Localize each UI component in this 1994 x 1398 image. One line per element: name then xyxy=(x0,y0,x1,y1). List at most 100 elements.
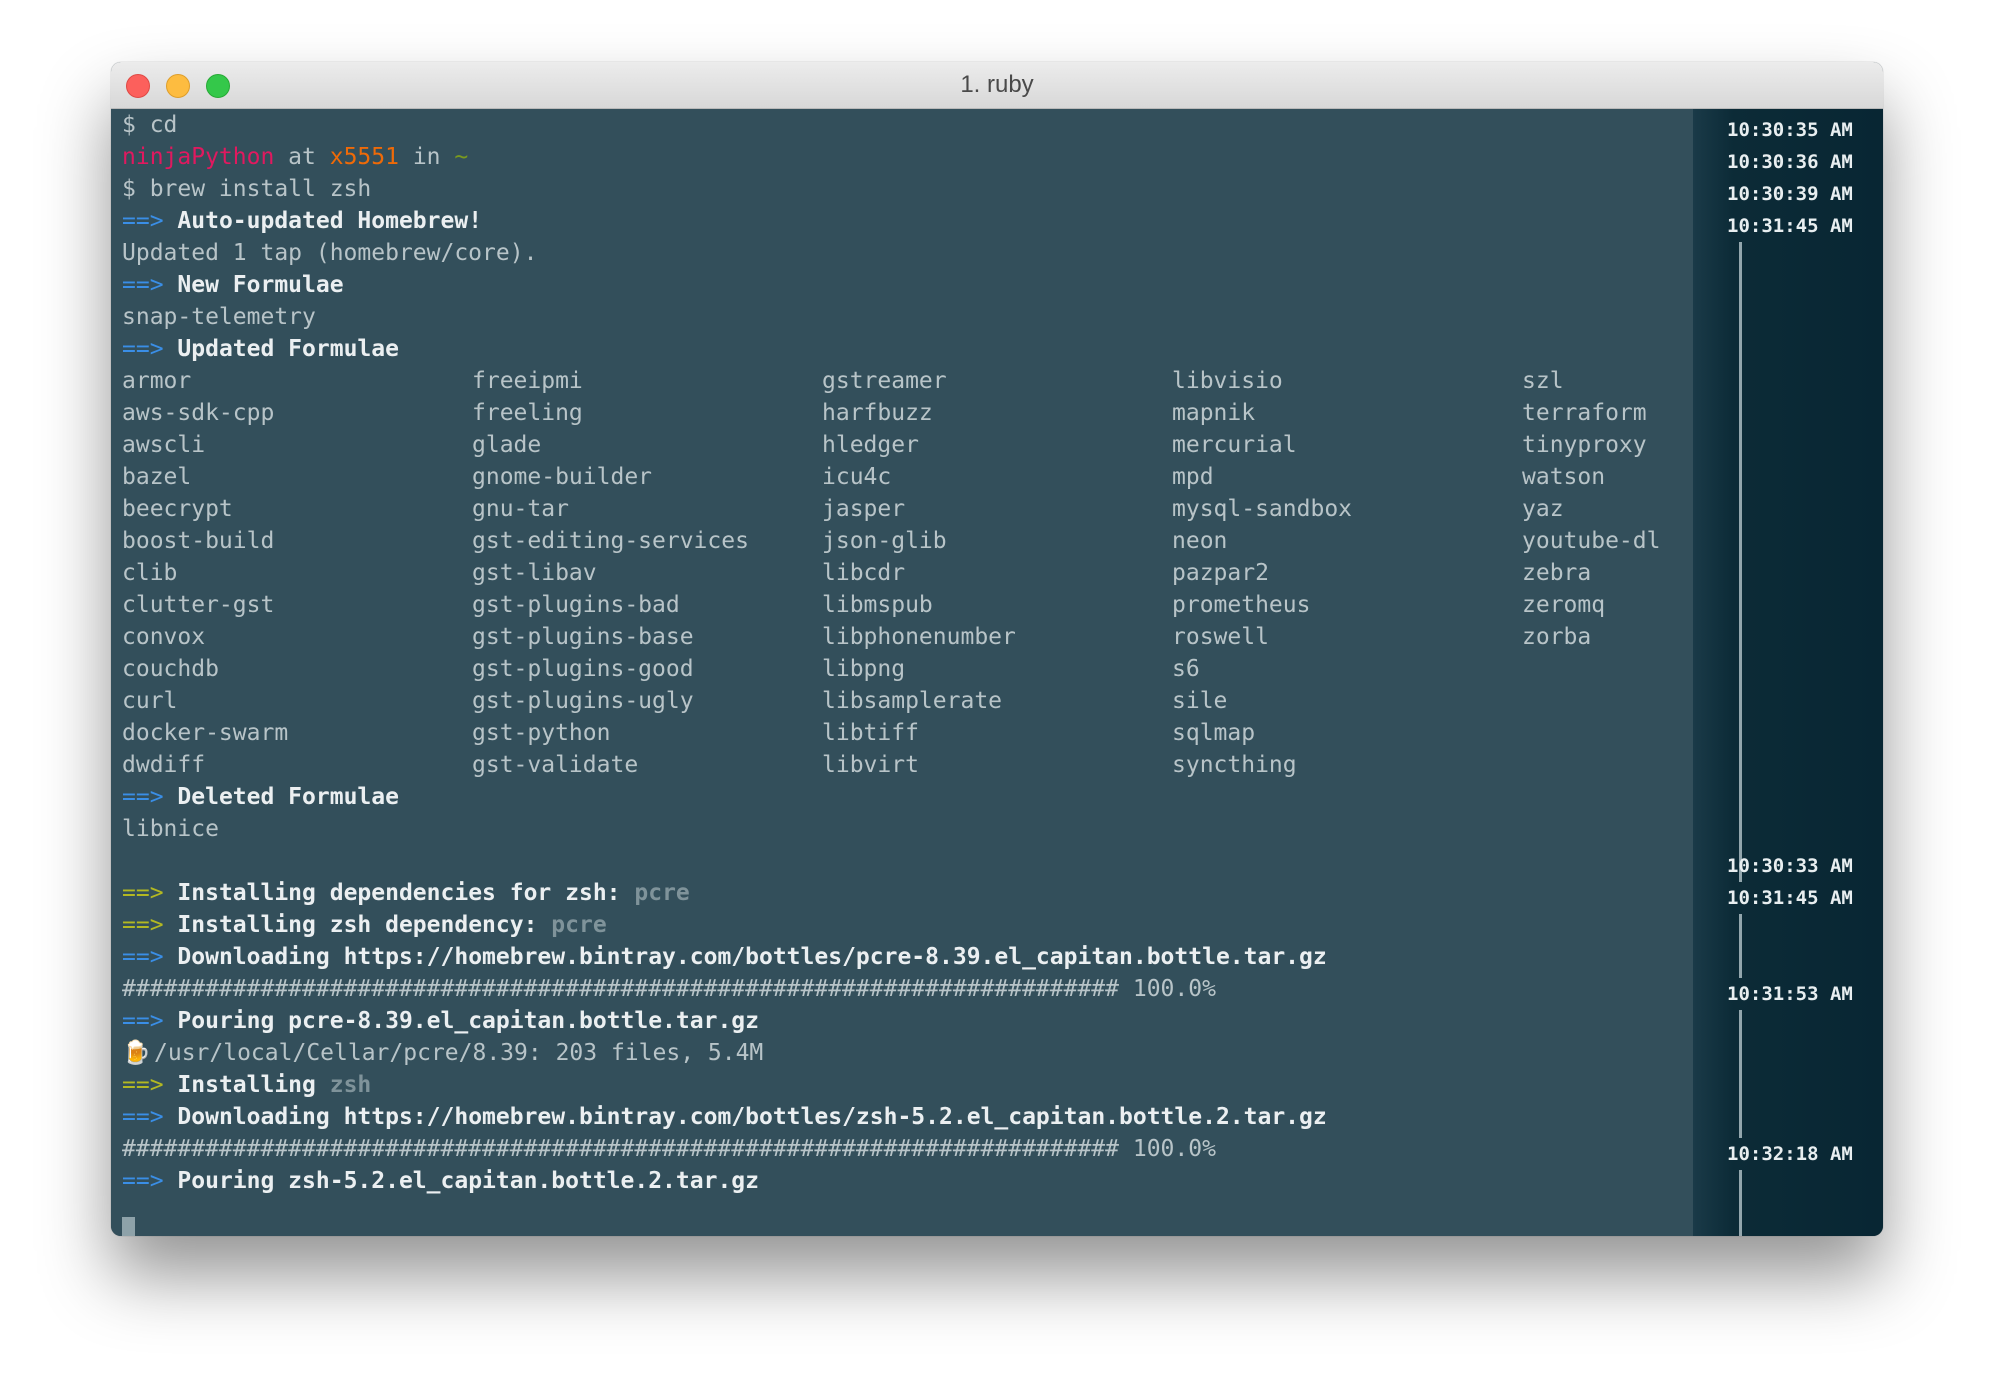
formula-item: prometheus xyxy=(1172,592,1311,618)
formula-item: convox xyxy=(122,624,206,650)
formula-item: boost-build xyxy=(122,528,275,554)
output-text: snap-telemetry xyxy=(122,304,316,330)
arrow-marker: ==> xyxy=(122,272,164,298)
formula-item: gst-validate xyxy=(472,752,639,778)
heading-text: Deleted Formulae xyxy=(177,784,399,810)
formula-item: couchdb xyxy=(122,656,219,682)
formula-item: libtiff xyxy=(822,720,919,746)
formula-item: libmspub xyxy=(822,592,933,618)
prompt-line: ninjaPython at x5551 in ~ xyxy=(122,141,468,173)
output-text: Updated 1 tap (homebrew/core). xyxy=(122,240,538,266)
formula-item: mercurial xyxy=(1172,432,1297,458)
heading-text: Pouring pcre-8.39.el_capitan.bottle.tar.… xyxy=(177,1008,759,1034)
formula-item: libphonenumber xyxy=(822,624,1016,650)
formula-item: beecrypt xyxy=(122,496,233,522)
duration-bar xyxy=(1739,1010,1742,1138)
formula-item: hledger xyxy=(822,432,919,458)
window-title: 1. ruby xyxy=(960,71,1034,98)
formula-item: neon xyxy=(1172,528,1228,554)
heading-text: Updated Formulae xyxy=(177,336,399,362)
title-bar[interactable]: 1. ruby xyxy=(111,62,1883,109)
heading-text: Installing xyxy=(177,1072,330,1098)
formula-item: s6 xyxy=(1172,656,1200,682)
arrow-marker: ==> xyxy=(122,1168,164,1194)
terminal-line: ==> Pouring zsh-5.2.el_capitan.bottle.2.… xyxy=(122,1165,759,1197)
timestamp: 10:30:39 AM xyxy=(1727,183,1853,205)
prompt-host: x5551 xyxy=(329,144,399,170)
arrow-marker: ==> xyxy=(122,912,164,938)
terminal-line: ==> Downloading https://homebrew.bintray… xyxy=(122,941,1327,973)
formula-item: json-glib xyxy=(822,528,947,554)
terminal-line: libnice xyxy=(122,813,219,845)
heading-text: New Formulae xyxy=(177,272,344,298)
formula-item: gst-libav xyxy=(472,560,597,586)
formula-item: sile xyxy=(1172,688,1228,714)
terminal-line: $ cd xyxy=(122,109,177,141)
formula-item: curl xyxy=(122,688,178,714)
download-url: Downloading https://homebrew.bintray.com… xyxy=(177,1104,1327,1130)
formula-item: libsamplerate xyxy=(822,688,1003,714)
arrow-marker: ==> xyxy=(122,784,164,810)
terminal-line: ==> Deleted Formulae xyxy=(122,781,399,813)
formula-item: sqlmap xyxy=(1172,720,1256,746)
formula-item: roswell xyxy=(1172,624,1269,650)
terminal-line: 🍺/usr/local/Cellar/pcre/8.39: 203 files,… xyxy=(122,1037,763,1069)
formula-item: gnu-tar xyxy=(472,496,569,522)
prompt-dir: ~ xyxy=(454,144,469,170)
package-name: pcre xyxy=(634,880,690,906)
formula-item: libcdr xyxy=(822,560,906,586)
formula-item: dwdiff xyxy=(122,752,206,778)
terminal-output[interactable]: $ cd ninjaPython at x5551 in ~ $ brew in… xyxy=(111,109,1693,1236)
formula-item: mysql-sandbox xyxy=(1172,496,1353,522)
output-text: libnice xyxy=(122,816,219,842)
timestamp: 10:30:36 AM xyxy=(1727,151,1853,173)
heading-text: Auto-updated Homebrew! xyxy=(177,208,483,234)
terminal-line: Updated 1 tap (homebrew/core). xyxy=(122,237,537,269)
formula-item: aws-sdk-cpp xyxy=(122,400,275,426)
duration-bar xyxy=(1739,242,1742,882)
timestamp: 10:31:53 AM xyxy=(1727,983,1853,1005)
timestamp: 10:31:45 AM xyxy=(1727,887,1853,909)
formula-item: docker-swarm xyxy=(122,720,289,746)
terminal-line: ==> Installing zsh dependency: pcre xyxy=(122,909,607,941)
arrow-marker: ==> xyxy=(122,336,164,362)
formula-item: clib xyxy=(122,560,178,586)
terminal-line: ==> Pouring pcre-8.39.el_capitan.bottle.… xyxy=(122,1005,759,1037)
formula-item: freeipmi xyxy=(472,368,583,394)
package-name: zsh xyxy=(329,1072,372,1098)
terminal-line: ==> Auto-updated Homebrew! xyxy=(122,205,482,237)
formula-item: libpng xyxy=(822,656,906,682)
duration-bar xyxy=(1739,1170,1742,1236)
timestamp-gutter: 10:30:35 AM 10:30:36 AM 10:30:39 AM 10:3… xyxy=(1693,109,1883,1236)
terminal-line: snap-telemetry xyxy=(122,301,316,333)
formula-item: glade xyxy=(472,432,542,458)
prompt-user: ninjaPython xyxy=(122,144,275,170)
terminal-line: ==> Installing dependencies for zsh: pcr… xyxy=(122,877,690,909)
output-text: /usr/local/Cellar/pcre/8.39: 203 files, … xyxy=(154,1040,764,1066)
terminal-line: $ brew install zsh xyxy=(122,173,371,205)
arrow-marker: ==> xyxy=(122,1104,164,1130)
progress-bar-text: ########################################… xyxy=(122,976,1216,1002)
heading-text: Pouring zsh-5.2.el_capitan.bottle.2.tar.… xyxy=(177,1168,759,1194)
text-cursor xyxy=(122,1217,135,1236)
formula-item: jasper xyxy=(822,496,906,522)
formula-item: gstreamer xyxy=(822,368,947,394)
formula-item: armor xyxy=(122,368,192,394)
arrow-marker: ==> xyxy=(122,1072,164,1098)
beer-icon: 🍺 xyxy=(122,1040,151,1066)
formula-item: icu4c xyxy=(822,464,892,490)
arrow-marker: ==> xyxy=(122,208,164,234)
timestamp: 10:31:45 AM xyxy=(1727,215,1853,237)
formula-item: syncthing xyxy=(1172,752,1297,778)
prompt-in: in xyxy=(398,144,455,170)
formula-item: harfbuzz xyxy=(822,400,933,426)
command-text: $ cd xyxy=(122,112,178,138)
formula-item: mapnik xyxy=(1172,400,1256,426)
command-text: $ brew install zsh xyxy=(122,176,372,202)
terminal-line: ==> Downloading https://homebrew.bintray… xyxy=(122,1101,1327,1133)
formula-item: libvisio xyxy=(1172,368,1283,394)
formula-item: pazpar2 xyxy=(1172,560,1269,586)
arrow-marker: ==> xyxy=(122,1008,164,1034)
formula-item: gst-plugins-bad xyxy=(472,592,680,618)
terminal-line: ==> New Formulae xyxy=(122,269,344,301)
